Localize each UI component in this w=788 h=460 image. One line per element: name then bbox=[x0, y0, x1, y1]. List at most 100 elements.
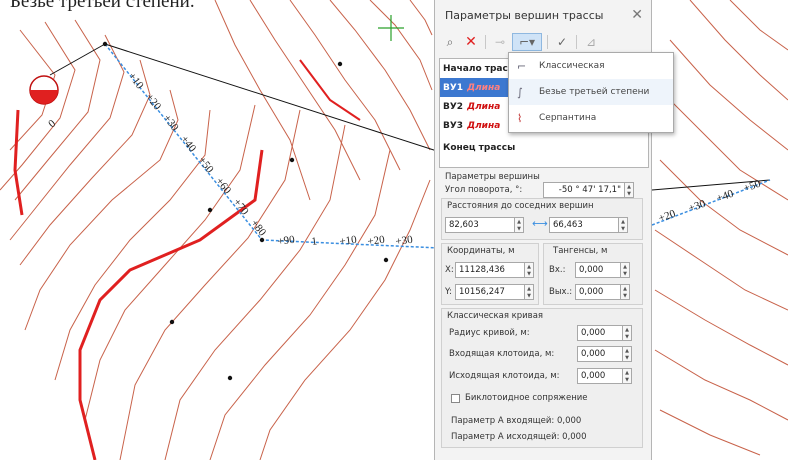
menu-item-serpentine[interactable]: ⌇ Серпантина bbox=[509, 105, 673, 131]
coord-y-spinner[interactable]: ▲ ▼ bbox=[525, 284, 534, 300]
out-clothoid-field: Исходящая клотоида, м: 0,000 ▲ ▼ bbox=[449, 368, 632, 384]
distance-right-field: 66,463 ▲ ▼ bbox=[549, 217, 628, 233]
curve-type-icon[interactable]: ⌐▾ bbox=[512, 33, 542, 51]
contour-line bbox=[654, 349, 788, 421]
menu-item-classic[interactable]: ⌐ Классическая bbox=[509, 53, 673, 79]
biclothoid-checkbox[interactable]: Биклотоидное сопряжение bbox=[451, 393, 588, 403]
contour-line bbox=[24, 89, 179, 331]
in-clothoid-spinner[interactable]: ▲ ▼ bbox=[623, 346, 632, 362]
station-label: +40 bbox=[715, 187, 736, 204]
menu-item-label: Безье третьей степени bbox=[539, 87, 650, 97]
param-out-text: Параметр А исходящей: 0,000 bbox=[451, 432, 587, 442]
panel-titlebar[interactable]: Параметры вершин трассы ✕ bbox=[435, 0, 651, 30]
coord-x-label: X: bbox=[445, 265, 454, 275]
radius-spinner[interactable]: ▲ ▼ bbox=[623, 325, 632, 341]
contour-line bbox=[659, 409, 761, 456]
distance-left-spinner[interactable]: ▲ ▼ bbox=[515, 217, 524, 233]
distance-left-field: 82,603 ▲ ▼ bbox=[445, 217, 524, 233]
tangent-in-spinner[interactable]: ▲ ▼ bbox=[621, 262, 630, 278]
coord-x-field: X: 11128,436 ▲ ▼ bbox=[445, 262, 534, 278]
distance-right-input[interactable]: 66,463 bbox=[549, 217, 619, 233]
list-item-length: Длина bbox=[467, 82, 501, 93]
angle-label: Угол поворота, °: bbox=[445, 185, 523, 195]
check-icon[interactable]: ✓ bbox=[553, 33, 571, 51]
radius-input[interactable]: 0,000 bbox=[577, 325, 623, 341]
serpentine-curve-icon: ⌇ bbox=[517, 111, 523, 125]
station-label: +10 bbox=[339, 234, 358, 248]
classic-curve-icon: ⌐ bbox=[517, 59, 527, 73]
angle-spinner[interactable]: ▲ ▼ bbox=[625, 182, 634, 198]
station-label: +60 bbox=[213, 175, 233, 196]
tangent-in-field: Вх.: 0,000 ▲ ▼ bbox=[549, 262, 630, 278]
contour-line bbox=[409, 0, 433, 36]
contour-line bbox=[689, 0, 788, 101]
station-label: +80 bbox=[248, 217, 268, 238]
contour-line bbox=[259, 179, 431, 460]
contour-line bbox=[164, 124, 346, 460]
tangent-out-input[interactable]: 0,000 bbox=[575, 284, 621, 300]
contour-line bbox=[729, 0, 788, 51]
close-icon[interactable]: ✕ bbox=[631, 7, 643, 23]
tangent-line bbox=[49, 43, 106, 76]
station-label: +30 bbox=[395, 234, 414, 248]
vertex-marker bbox=[207, 207, 213, 213]
list-item-label: ВУ3 bbox=[443, 120, 464, 131]
menu-item-label: Классическая bbox=[539, 61, 605, 71]
vertex-marker bbox=[289, 157, 295, 163]
coord-x-spinner[interactable]: ▲ ▼ bbox=[525, 262, 534, 278]
distance-left-input[interactable]: 82,603 bbox=[445, 217, 515, 233]
station-label: +20 bbox=[657, 207, 678, 224]
trace-blue-line bbox=[104, 43, 441, 249]
list-item-end[interactable]: Конец трассы bbox=[440, 138, 648, 157]
measure-icon[interactable]: ⊿ bbox=[582, 33, 600, 51]
out-clothoid-spinner[interactable]: ▲ ▼ bbox=[623, 368, 632, 384]
panel-toolbar: ⌕ ✕ ⊸ ⌐▾ ✓ ⊿ bbox=[435, 30, 651, 54]
tangent-in-label: Вх.: bbox=[549, 265, 566, 275]
contour-line bbox=[14, 19, 101, 201]
coord-x-input[interactable]: 11128,436 bbox=[455, 262, 525, 278]
out-clothoid-label: Исходящая клотоида, м: bbox=[449, 371, 560, 381]
station-label: +50 bbox=[196, 154, 216, 175]
station-label: +40 bbox=[178, 133, 198, 154]
out-clothoid-input[interactable]: 0,000 bbox=[577, 368, 623, 384]
crosshair-cursor bbox=[378, 15, 404, 41]
radius-label: Радиус кривой, м: bbox=[449, 328, 530, 338]
trace-red-segment bbox=[78, 149, 264, 460]
menu-item-bezier[interactable]: ∫ Безье третьей степени bbox=[509, 79, 673, 105]
north-symbol-fill bbox=[30, 90, 58, 104]
tangent-in-input[interactable]: 0,000 bbox=[575, 262, 621, 278]
in-clothoid-input[interactable]: 0,000 bbox=[577, 346, 623, 362]
page-caption: Безье третьей степени. bbox=[10, 0, 195, 12]
contour-line bbox=[369, 0, 433, 91]
toolbar-separator bbox=[576, 35, 577, 49]
list-item-label: Конец трассы bbox=[443, 142, 516, 153]
delete-x-icon[interactable]: ✕ bbox=[462, 33, 480, 51]
tangent-out-label: Вых.: bbox=[549, 287, 573, 297]
vertex-params-label: Параметры вершины bbox=[445, 172, 540, 182]
bezier-curve-icon: ∫ bbox=[517, 85, 523, 99]
tangent-out-field: Вых.: 0,000 ▲ ▼ bbox=[549, 284, 630, 300]
menu-item-label: Серпантина bbox=[539, 113, 597, 123]
binoculars-icon[interactable]: ⌕ bbox=[441, 33, 459, 51]
link-icon[interactable]: ⊸ bbox=[491, 33, 509, 51]
station-label: 1 bbox=[311, 235, 318, 248]
tangent-out-spinner[interactable]: ▲ ▼ bbox=[621, 284, 630, 300]
vertex-marker bbox=[227, 375, 233, 381]
checkbox-box[interactable] bbox=[451, 393, 460, 403]
contour-line bbox=[84, 104, 256, 421]
contour-line bbox=[659, 159, 788, 256]
coord-y-input[interactable]: 10156,247 bbox=[455, 284, 525, 300]
contour-line bbox=[654, 229, 788, 311]
station-label: +30 bbox=[687, 197, 708, 214]
contour-line bbox=[249, 0, 361, 181]
distances-label: Расстояния до соседних вершин bbox=[447, 201, 594, 211]
distance-arrow-icon: ⟷ bbox=[532, 217, 548, 230]
distance-right-spinner[interactable]: ▲ ▼ bbox=[619, 217, 628, 233]
list-item-vu1[interactable]: ВУ1 Длина bbox=[440, 78, 511, 97]
list-item-label: ВУ2 bbox=[443, 101, 464, 112]
angle-input[interactable]: -50 ° 47' 17,1" bbox=[543, 182, 625, 198]
list-item-label: ВУ1 bbox=[443, 82, 464, 93]
radius-field: Радиус кривой, м: 0,000 ▲ ▼ bbox=[449, 325, 632, 341]
station-label: +30 bbox=[161, 112, 181, 133]
vertex-marker bbox=[169, 319, 175, 325]
